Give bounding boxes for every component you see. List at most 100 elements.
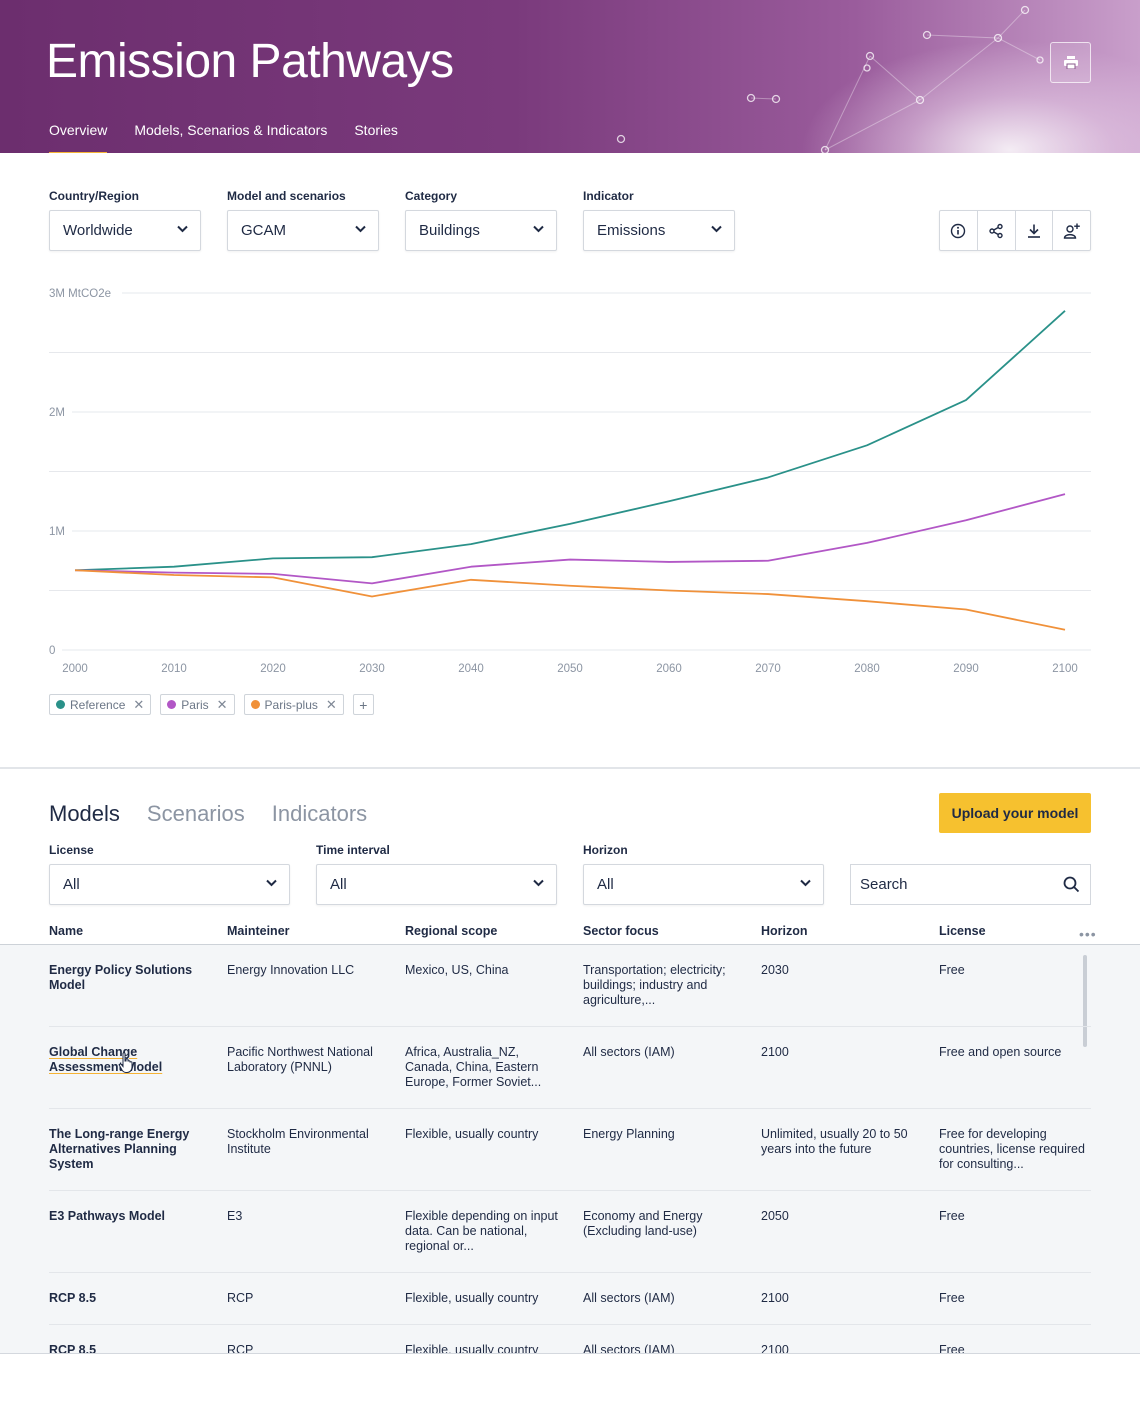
remove-icon[interactable]: ✕ [133,697,144,713]
tab-scenarios[interactable]: Scenarios [147,801,245,827]
legend-chip-reference[interactable]: Reference ✕ [49,694,152,715]
cell-scope: Flexible depending on input data. Can be… [405,1209,558,1253]
cell-scope: Mexico, US, China [405,963,509,977]
download-button[interactable] [1016,211,1054,250]
series-line-paris [74,493,1066,585]
time-interval-value: All [330,876,347,893]
tab-models[interactable]: Models [49,801,120,827]
column-header-maintainer[interactable]: Mainteiner [227,924,290,938]
country-label: Country/Region [49,189,139,203]
tab-indicators[interactable]: Indicators [272,801,367,827]
cell-horizon: 2100 [761,1291,789,1305]
models-table-body: Energy Policy Solutions Model Energy Inn… [0,945,1140,1354]
upload-model-button[interactable]: Upload your model [939,793,1091,833]
horizon-label: Horizon [583,843,628,857]
chart-legend: Reference ✕ Paris ✕ Paris-plus ✕ + [49,694,374,715]
legend-chip-paris[interactable]: Paris ✕ [160,694,235,715]
table-header: Name Mainteiner Regional scope Sector fo… [0,922,1140,945]
cell-scope: Flexible, usually country [405,1127,539,1141]
cell-scope: Flexible, usually country [405,1343,539,1354]
info-icon [951,223,966,238]
model-value: GCAM [241,222,286,239]
chevron-down-icon [711,225,722,233]
remove-icon[interactable]: ✕ [326,697,337,713]
cell-horizon: 2030 [761,963,789,977]
chevron-down-icon [533,225,544,233]
cell-name[interactable]: The Long-range Energy Alternatives Plann… [49,1127,209,1172]
cell-horizon: 2100 [761,1045,789,1059]
table-row[interactable]: Energy Policy Solutions Model Energy Inn… [49,945,1091,1027]
info-button[interactable] [940,211,978,250]
y-tick-label: 2M [49,407,65,419]
cell-name[interactable]: Energy Policy Solutions Model [49,963,209,993]
cell-license: Free [939,1291,965,1305]
table-row[interactable]: Global Change Assessment Model Pacific N… [49,1027,1091,1109]
cell-maintainer: Energy Innovation LLC [227,963,355,977]
column-header-sector-focus[interactable]: Sector focus [583,924,659,938]
y-tick-label: 0 [49,645,55,657]
license-select[interactable]: All [49,864,290,905]
country-select[interactable]: Worldwide [49,210,201,251]
emissions-line-chart: 0 1M 2M 3M MtCO2e 2000 2010 2020 2030 2040 2050 20… [49,288,1091,675]
main-nav: Overview Models, Scenarios & Indicators … [49,122,398,153]
chevron-down-icon [177,225,188,233]
cell-horizon: 2050 [761,1209,789,1223]
print-button[interactable] [1050,42,1091,83]
nav-stories[interactable]: Stories [354,122,398,153]
chevron-down-icon [266,879,277,887]
cell-maintainer: RCP [227,1291,254,1305]
share-icon [989,223,1003,238]
time-interval-select[interactable]: All [316,864,557,905]
legend-label: Reference [70,697,126,712]
column-header-license[interactable]: License [939,924,986,938]
category-value: Buildings [419,222,480,239]
column-header-horizon[interactable]: Horizon [761,924,808,938]
table-row[interactable]: RCP 8.5 RCP Flexible, usually country Al… [49,1273,1091,1325]
print-icon [1063,56,1078,69]
indicator-label: Indicator [583,189,634,203]
search-icon[interactable] [1063,876,1080,893]
category-select[interactable]: Buildings [405,210,557,251]
cell-license: Free [939,1209,965,1223]
y-tick-label: 1M [49,526,65,538]
cell-license: Free and open source [939,1045,1062,1059]
cell-sector: Energy Planning [583,1127,675,1141]
x-tick-label: 2000 [62,663,88,675]
column-header-name[interactable]: Name [49,924,83,938]
x-tick-label: 2030 [359,663,385,675]
horizon-select[interactable]: All [583,864,824,905]
chevron-down-icon [800,879,811,887]
legend-dot [250,700,260,709]
model-select[interactable]: GCAM [227,210,379,251]
add-user-button[interactable] [1053,211,1090,250]
page-title: Emission Pathways [46,35,454,88]
app-header: Emission Pathways Overview Models, Scena… [0,0,1140,153]
chart-toolbar [939,210,1091,251]
cell-sector: All sectors (IAM) [583,1291,675,1305]
more-options-icon[interactable]: ••• [1079,926,1097,942]
x-tick-label: 2040 [458,663,484,675]
share-button[interactable] [978,211,1016,250]
cell-name[interactable]: RCP 8.5 [49,1343,209,1353]
cell-sector: Transportation; electricity; buildings; … [583,963,726,1007]
chevron-down-icon [533,879,544,887]
column-header-regional-scope[interactable]: Regional scope [405,924,497,938]
search-input[interactable]: Search [850,864,1091,905]
legend-chip-paris-plus[interactable]: Paris-plus ✕ [243,694,344,715]
table-row[interactable]: RCP 8.5 RCP Flexible, usually country Al… [49,1325,1091,1354]
indicator-value: Emissions [597,222,666,239]
search-placeholder: Search [860,876,908,893]
nav-overview[interactable]: Overview [49,122,108,153]
add-scenario-button[interactable]: + [352,694,374,715]
license-label: License [49,843,94,857]
indicator-select[interactable]: Emissions [583,210,735,251]
cell-name[interactable]: E3 Pathways Model [49,1209,209,1224]
table-row[interactable]: E3 Pathways Model E3 Flexible depending … [49,1191,1091,1273]
remove-icon[interactable]: ✕ [217,697,228,713]
cell-name[interactable]: RCP 8.5 [49,1291,209,1306]
nav-models-scenarios-indicators[interactable]: Models, Scenarios & Indicators [134,122,327,153]
cell-license: Free [939,1343,965,1354]
table-row[interactable]: The Long-range Energy Alternatives Plann… [49,1109,1091,1191]
cell-maintainer: Stockholm Environmental Institute [227,1127,369,1156]
x-tick-label: 2010 [161,663,187,675]
